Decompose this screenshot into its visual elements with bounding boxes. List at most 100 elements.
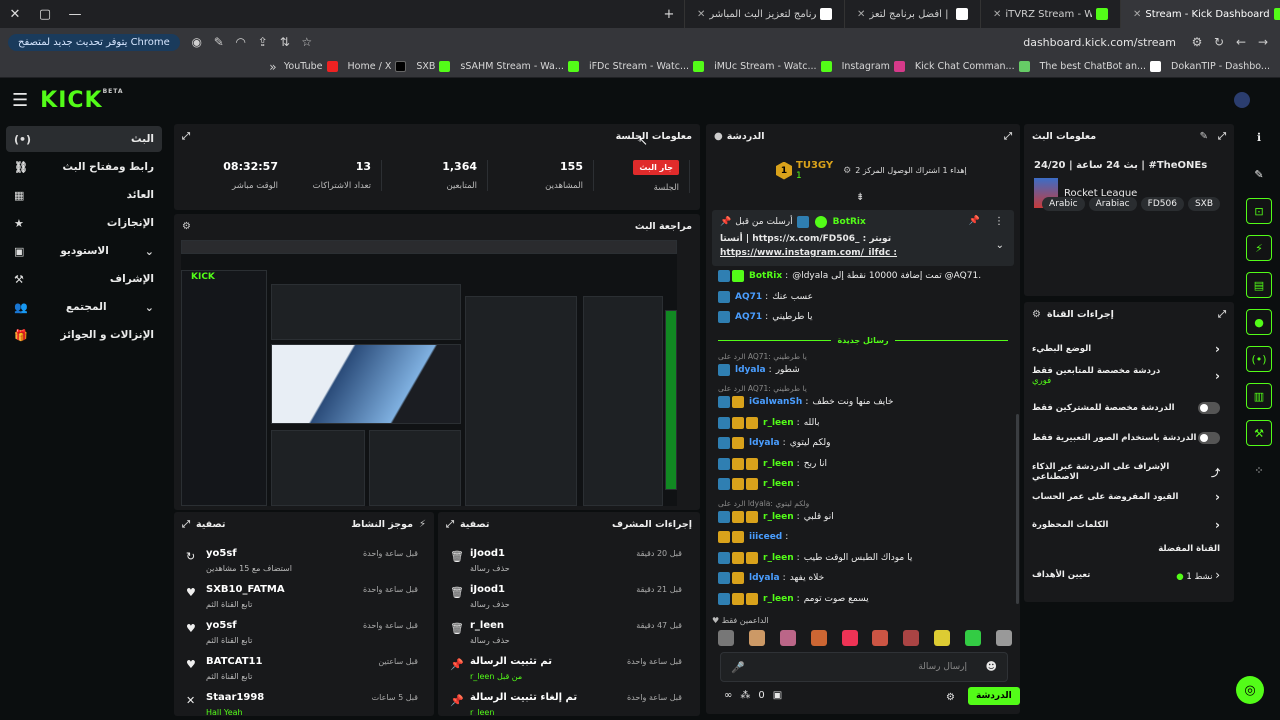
expand-icon[interactable]: ⤢ bbox=[1004, 131, 1012, 142]
filter-button[interactable]: تصفية bbox=[460, 519, 489, 530]
sidebar-item-studio[interactable]: ▣ الاستوديو ⌄ bbox=[6, 238, 162, 264]
star-bookmark-icon[interactable]: ☆ bbox=[296, 35, 318, 49]
chat-username[interactable]: ldyala bbox=[749, 438, 780, 448]
stream-preview-video[interactable]: KICK bbox=[181, 240, 677, 506]
chat-username[interactable]: iGalwanSh bbox=[749, 397, 802, 407]
wifi-icon[interactable]: ◠ bbox=[230, 35, 252, 49]
clipboard-icon[interactable]: ▤ bbox=[1246, 272, 1272, 298]
expand-icon[interactable]: ⤢ bbox=[1218, 131, 1226, 142]
close-icon[interactable]: ✕ bbox=[1133, 9, 1141, 20]
maximize-window-icon[interactable]: ▢ bbox=[30, 7, 60, 22]
collapse-icon[interactable]: ⇟ bbox=[856, 192, 864, 203]
emote-3-icon[interactable] bbox=[779, 630, 796, 646]
user-avatar[interactable] bbox=[1234, 92, 1250, 108]
emotes-only-toggle[interactable] bbox=[1198, 432, 1220, 444]
sidebar-item-moderation[interactable]: ⚒ الإشراف bbox=[6, 266, 162, 292]
chat-username[interactable]: ldyala bbox=[749, 573, 780, 583]
chat-scrollbar[interactable] bbox=[1016, 414, 1019, 604]
chrome-update-button[interactable]: يتوفر تحديث جديد لمتصفح Chrome bbox=[8, 33, 180, 51]
emote-8-icon[interactable] bbox=[934, 630, 951, 646]
sidebar-item-stream[interactable]: (•) البث bbox=[6, 126, 162, 152]
points-icon[interactable]: ⁂ bbox=[740, 690, 750, 701]
send-chat-button[interactable]: الدردشة bbox=[968, 687, 1020, 705]
chat-username[interactable]: r_leen bbox=[763, 459, 794, 469]
emote-6-icon[interactable] bbox=[872, 630, 889, 646]
emote-9-icon[interactable] bbox=[965, 630, 981, 646]
chat-username[interactable]: r_leen bbox=[763, 418, 794, 428]
emoji-icon[interactable]: ☻ bbox=[986, 660, 997, 673]
close-window-icon[interactable]: ✕ bbox=[0, 7, 30, 22]
reload-icon[interactable]: ↻ bbox=[1208, 35, 1230, 49]
chat-username[interactable]: r_leen bbox=[763, 512, 794, 522]
expand-icon[interactable]: ⤢ bbox=[446, 519, 454, 530]
chat-username[interactable]: r_leen bbox=[763, 479, 794, 489]
emote-10-icon[interactable] bbox=[995, 630, 1012, 646]
bookmark-imuc[interactable]: iMUc Stream - Watc... bbox=[714, 61, 832, 72]
cast-icon[interactable]: ⇅ bbox=[274, 35, 296, 49]
chat-icon[interactable]: ● bbox=[1246, 309, 1272, 335]
more-options-icon[interactable]: ⋮ bbox=[994, 216, 1004, 227]
bookmark-instagram[interactable]: Instagram bbox=[842, 61, 905, 72]
browser-tab-2[interactable]: ✕iTVRZ Stream - Watch Live on K bbox=[980, 0, 1120, 28]
emote-7-icon[interactable] bbox=[903, 630, 920, 646]
profile-avatar-icon[interactable]: ◉ bbox=[186, 35, 208, 49]
chat-username[interactable]: iiiceed bbox=[749, 532, 782, 542]
chat-username[interactable]: r_leen bbox=[763, 553, 794, 563]
gift-icon[interactable]: ▣ bbox=[773, 690, 782, 701]
expand-icon[interactable]: ⤢ bbox=[1218, 309, 1226, 320]
sidebar-item-revenue[interactable]: ▦ العائد bbox=[6, 182, 162, 208]
extension-icon[interactable]: ✎ bbox=[208, 35, 230, 49]
new-tab-icon[interactable]: + bbox=[654, 7, 684, 22]
apps-icon[interactable]: ⁘ bbox=[1246, 457, 1272, 483]
edit-icon[interactable]: ✎ bbox=[1200, 131, 1208, 142]
browser-tab-4[interactable]: ✕برنامج لتعزيز البث المباشر iFDc bbox=[684, 0, 844, 28]
bookmark-sxb[interactable]: SXB bbox=[416, 61, 451, 72]
bookmark-ssahm[interactable]: sSAHM Stream - Wa... bbox=[460, 61, 579, 72]
sidebar-item-stream-key[interactable]: ⛓ رابط ومفتاح البث bbox=[6, 154, 162, 180]
browser-tab-active[interactable]: ✕ Stream - Kick Dashboard bbox=[1120, 0, 1280, 28]
layers-icon[interactable]: ▥ bbox=[1246, 383, 1272, 409]
emote-2-icon[interactable] bbox=[748, 630, 765, 646]
sidebar-item-drops[interactable]: 🎁 الإنزالات و الجوائز bbox=[6, 322, 162, 348]
support-chat-icon[interactable]: ◎ bbox=[1236, 676, 1264, 704]
close-icon[interactable]: ✕ bbox=[857, 9, 865, 20]
edit-icon[interactable]: ✎ bbox=[1246, 161, 1272, 187]
expand-icon[interactable]: ⤢ bbox=[182, 131, 190, 142]
minimize-window-icon[interactable]: — bbox=[60, 7, 90, 22]
action-ai-moderation[interactable]: الإشراف على الدردشة عبر الذكاء الاصطناعي… bbox=[1032, 462, 1220, 482]
action-emotes-only[interactable]: الدردشة باستخدام الصور التعبيرية فقط bbox=[1032, 432, 1220, 444]
browser-tab-3[interactable]: ✕بوت الدردشة | أفضل برنامج لتعز bbox=[844, 0, 980, 28]
action-subscribers-only[interactable]: الدردشة مخصصة للمشتركين فقط bbox=[1032, 402, 1220, 414]
chat-username[interactable]: AQ71 bbox=[735, 292, 762, 302]
mic-icon[interactable]: 🎤 bbox=[731, 661, 745, 674]
chat-input[interactable]: 🎤 إرسال رسالة ☻ bbox=[720, 652, 1008, 682]
close-icon[interactable]: ✕ bbox=[993, 9, 1001, 20]
site-settings-icon[interactable]: ⚙ bbox=[1186, 35, 1208, 49]
action-account-age[interactable]: القيود المفروضة على عمر الحساب › bbox=[1032, 490, 1220, 504]
chat-username[interactable]: r_leen bbox=[763, 594, 794, 604]
expand-icon[interactable]: ⤢ bbox=[182, 519, 190, 530]
settings-icon[interactable]: ⚙ bbox=[182, 221, 191, 232]
emote-5-icon[interactable] bbox=[841, 630, 858, 646]
bookmark-chatbot[interactable]: The best ChatBot an... bbox=[1040, 61, 1162, 72]
emote-1-icon[interactable] bbox=[718, 630, 734, 646]
infinity-icon[interactable]: ∞ bbox=[724, 690, 732, 701]
bookmark-dokantip[interactable]: DokanTIP - Dashbo... bbox=[1171, 61, 1270, 72]
hammer-icon[interactable]: ⚒ bbox=[1246, 420, 1272, 446]
share-icon[interactable]: ⇪ bbox=[252, 35, 274, 49]
sidebar-item-community[interactable]: 👥 المجتمع ⌄ bbox=[6, 294, 162, 320]
forward-icon[interactable]: → bbox=[1252, 35, 1274, 49]
screenshot-icon[interactable]: ⊡ bbox=[1246, 198, 1272, 224]
broadcast-icon[interactable]: (•) bbox=[1246, 346, 1272, 372]
emote-4-icon[interactable] bbox=[810, 630, 827, 646]
chat-username[interactable]: BotRix bbox=[749, 271, 782, 281]
help-icon[interactable]: ℹ bbox=[1246, 124, 1272, 150]
action-followers-only[interactable]: دردشة مخصصة للمتابعين فقط فوري › bbox=[1032, 366, 1220, 386]
chat-username[interactable]: ldyala bbox=[735, 365, 766, 375]
filter-button[interactable]: تصفية bbox=[196, 519, 225, 530]
kick-logo[interactable]: KICKBETA bbox=[40, 88, 123, 113]
lightning-icon[interactable]: ⚡ bbox=[1246, 235, 1272, 261]
action-slow-mode[interactable]: الوضع البطيء › bbox=[1032, 342, 1220, 356]
more-bookmarks-icon[interactable]: » bbox=[262, 60, 284, 74]
bookmark-kick-chat[interactable]: Kick Chat Comman... bbox=[915, 61, 1030, 72]
